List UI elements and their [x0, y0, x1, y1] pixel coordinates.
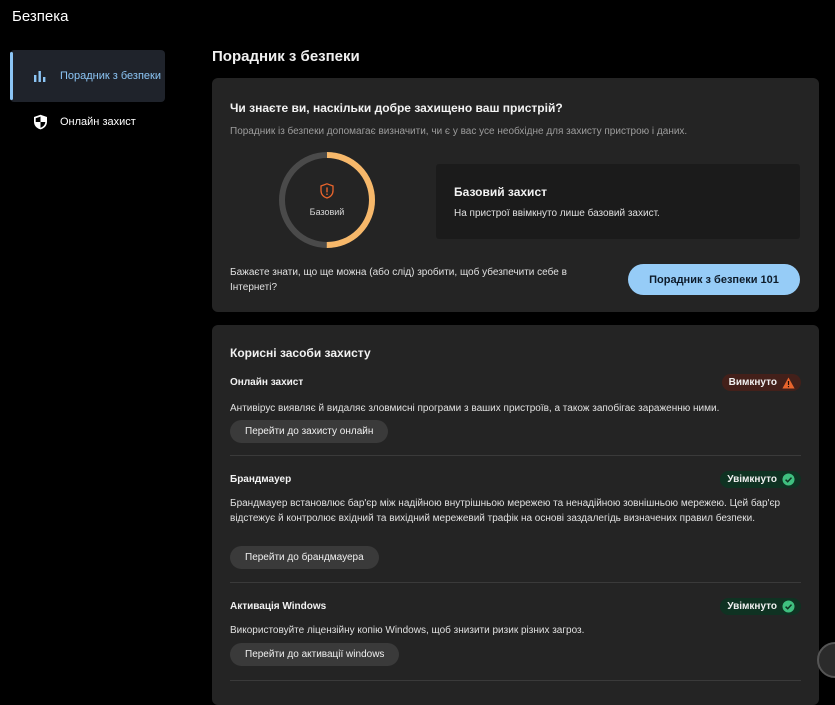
protection-tools-card: Корисні засоби захисту Онлайн захист Вим…	[212, 325, 819, 705]
divider	[230, 680, 801, 681]
go-to-windows-activation-button[interactable]: Перейти до активації windows	[230, 643, 400, 666]
go-to-firewall-button[interactable]: Перейти до брандмауера	[230, 546, 379, 569]
tool-description: Антивірус виявляє й видаляє зловмисні пр…	[230, 403, 720, 414]
advisor-subtitle: Порадник із безпеки допомагає визначити,…	[230, 126, 688, 137]
status-badge-label: Увімкнуто	[727, 601, 777, 612]
security-advisor-101-button[interactable]: Порадник з безпеки 101	[628, 264, 800, 295]
tool-description: Брандмауер встановлює бар'єр між надійно…	[230, 498, 781, 524]
warning-icon	[320, 183, 334, 204]
security-advisor-card: Чи знаєте ви, наскільки добре захищено в…	[212, 78, 819, 312]
status-description: На пристрої ввімкнуто лише базовий захис…	[454, 208, 660, 219]
status-badge: Вимкнуто	[721, 374, 801, 391]
sidebar-item-label: Порадник з безпеки	[60, 69, 161, 82]
sidebar-item-label: Онлайн захист	[60, 115, 136, 128]
advisor-heading: Чи знаєте ви, наскільки добре захищено в…	[230, 101, 563, 115]
divider	[230, 582, 801, 583]
protection-status-box: Базовий захист На пристрої ввімкнуто лиш…	[436, 164, 800, 239]
tool-name: Онлайн захист	[230, 377, 304, 388]
sidebar-item-security-advisor[interactable]: Порадник з безпеки	[10, 50, 165, 102]
tool-name: Брандмауер	[230, 474, 292, 485]
bar-chart-icon	[32, 68, 48, 84]
protection-level-ring: Базовий	[278, 151, 376, 249]
status-badge-label: Увімкнуто	[727, 474, 777, 485]
status-title: Базовий захист	[454, 185, 547, 199]
tool-description: Використовуйте ліцензійну копію Windows,…	[230, 625, 585, 636]
floating-action-icon[interactable]	[817, 642, 835, 678]
ring-label: Базовий	[309, 207, 345, 217]
advisor-question: Бажаєте знати, що ще можна (або слід) зр…	[230, 267, 567, 293]
app-title: Безпека	[12, 8, 69, 25]
check-circle-icon	[782, 600, 795, 613]
tools-section-title: Корисні засоби захисту	[230, 346, 371, 360]
page-title: Порадник з безпеки	[212, 48, 360, 65]
go-to-online-protection-button[interactable]: Перейти до захисту онлайн	[230, 420, 389, 443]
status-badge-label: Вимкнуто	[728, 377, 777, 388]
status-badge: Увімкнуто	[720, 471, 801, 488]
sidebar-item-online-protection[interactable]: Онлайн захист	[10, 104, 165, 140]
tool-name: Активація Windows	[230, 601, 327, 612]
check-circle-icon	[782, 473, 795, 486]
sidebar: Порадник з безпеки Онлайн захист	[10, 50, 165, 140]
status-badge: Увімкнуто	[720, 598, 801, 615]
shield-icon	[32, 114, 48, 130]
divider	[230, 455, 801, 456]
warning-triangle-icon	[782, 376, 795, 389]
